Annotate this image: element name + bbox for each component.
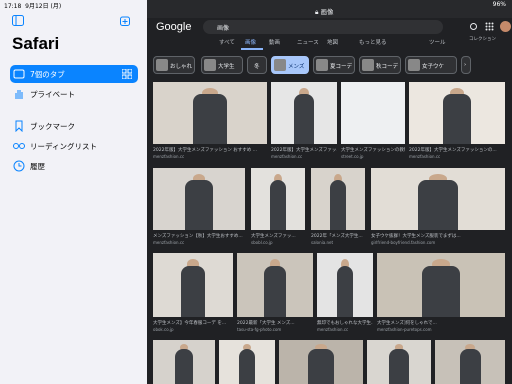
result-image[interactable] <box>251 168 305 230</box>
chip-thumbnail <box>362 59 374 71</box>
chip-thumbnail <box>156 59 168 71</box>
glasses-icon <box>13 143 25 149</box>
sidebar-item-label: 7個のタブ <box>30 70 65 79</box>
result-source: sbobl.co.jp <box>251 240 273 245</box>
clock-icon <box>13 160 25 172</box>
result-caption[interactable]: 大学生メンズファッ... <box>251 233 305 239</box>
result-source: girlfriend-boyfriend.fashion.com <box>371 240 436 245</box>
chip-thumbnail <box>274 59 286 71</box>
result-image[interactable] <box>371 168 505 230</box>
new-tab-group-icon[interactable] <box>120 15 132 26</box>
result-image[interactable] <box>219 340 275 384</box>
result-caption[interactable]: メンズファッション【秋】大学生おすすめ... <box>153 233 245 239</box>
apps-icon[interactable] <box>485 22 494 31</box>
result-image[interactable] <box>367 340 431 384</box>
sidebar-item-history[interactable]: 履歴 <box>10 157 138 175</box>
result-source: menzfashion.cc <box>317 327 349 332</box>
sidebar-title: Safari <box>12 34 60 53</box>
result-caption[interactable]: 大学生メンズファッションの教科書 <box>341 147 405 153</box>
result-source: obok.co.jp <box>153 327 174 332</box>
result-image[interactable] <box>279 340 363 384</box>
result-source: menzfashion.cc <box>271 154 303 159</box>
result-caption[interactable]: 2022最新「大学生 メンズ... <box>237 320 313 326</box>
tab-tools[interactable]: ツール <box>429 38 446 46</box>
result-caption[interactable]: 女子ウケ抜群！大学生メンズ服装でまずは... <box>371 233 505 239</box>
result-caption[interactable]: 2022年版】大学生メンズファッ... <box>271 147 337 153</box>
tabs-icon <box>13 69 25 79</box>
sidebar-item-label: 履歴 <box>30 162 45 171</box>
sidebar-item-label: プライベート <box>30 90 75 99</box>
sidebar-item-tabs[interactable]: 7個のタブ <box>10 65 138 83</box>
bookmark-icon <box>15 120 23 132</box>
result-caption[interactable]: 大学生メンズ】今年春服コーデ を... <box>153 320 233 326</box>
chip-thumbnail <box>316 59 328 71</box>
result-source: street.co.jp <box>341 154 364 159</box>
result-caption[interactable]: 2022年「メンズ大学生... <box>311 233 365 239</box>
chip-mens[interactable]: メンズ <box>271 56 309 74</box>
result-source: salonia.net <box>311 240 334 245</box>
result-caption[interactable]: 無印でもおしゃれな大学生... <box>317 320 373 326</box>
status-time: 17:18 9月12日 (月) <box>4 3 62 10</box>
chevron-right-icon: › <box>464 62 467 68</box>
tab-maps[interactable]: 地図 <box>327 38 338 46</box>
tab-news[interactable]: ニュース <box>297 38 319 46</box>
result-image[interactable] <box>311 168 365 230</box>
chip-daigakusei[interactable]: 大学生 <box>201 56 243 74</box>
status-bar: 17:18 9月12日 (月) 96% <box>0 0 512 10</box>
result-image[interactable] <box>435 340 505 384</box>
result-image[interactable] <box>153 82 267 144</box>
avatar[interactable] <box>500 21 511 32</box>
tab-more[interactable]: もっと見る <box>359 38 387 46</box>
result-image[interactable] <box>409 82 505 144</box>
result-source: menzfashion.cc <box>153 240 185 245</box>
chip-fuyu[interactable]: 冬 <box>247 56 267 74</box>
sidebar-toggle-icon[interactable] <box>12 15 24 26</box>
hand-icon <box>15 90 23 99</box>
tab-all[interactable]: すべて <box>219 38 235 46</box>
result-caption[interactable]: 2022年版】大学生メンズファッション おすすめ ... <box>153 147 267 153</box>
search-query[interactable]: 画像 <box>217 23 229 32</box>
chip-thumbnail <box>408 59 420 71</box>
result-source: menzfashion.cc <box>409 154 441 159</box>
collection-link[interactable]: コレクション <box>469 36 496 42</box>
result-caption[interactable]: 大学生メンズ]何をしゃれで... <box>377 320 505 326</box>
settings-icon[interactable] <box>469 22 478 31</box>
result-image[interactable] <box>271 82 337 144</box>
result-image[interactable] <box>341 82 405 144</box>
result-image[interactable] <box>153 168 245 230</box>
active-tab-indicator <box>241 48 263 50</box>
safari-sidebar: Safari 7個のタブ プライベート ブックマーク リーディングリスト 履歴 <box>0 0 147 384</box>
battery-indicator: 96% <box>492 1 506 8</box>
sidebar-item-reading-list[interactable]: リーディングリスト <box>10 137 138 155</box>
sidebar-item-label: リーディングリスト <box>30 142 97 151</box>
result-image[interactable] <box>153 340 215 384</box>
result-caption[interactable]: 2022年版】大学生メンズファッションの... <box>409 147 505 153</box>
chips-next-button[interactable]: › <box>461 56 471 74</box>
sidebar-item-bookmarks[interactable]: ブックマーク <box>10 117 138 135</box>
tab-videos[interactable]: 動画 <box>269 38 280 46</box>
google-logo[interactable]: Google <box>156 21 191 33</box>
result-image[interactable] <box>377 253 505 317</box>
tab-images[interactable]: 画像 <box>245 38 256 46</box>
result-source: menzfashion-puretops.com <box>377 327 432 332</box>
result-image[interactable] <box>317 253 373 317</box>
chip-natsu[interactable]: 夏コーデ <box>313 56 355 74</box>
result-source: tasu-sta-fg-photo.com <box>237 327 282 332</box>
chip-thumbnail <box>204 59 216 71</box>
result-source: menzfashion.cc <box>153 154 185 159</box>
chip-aki[interactable]: 秋コーデ <box>359 56 401 74</box>
sidebar-item-label: ブックマーク <box>30 122 75 131</box>
result-image[interactable] <box>237 253 313 317</box>
result-image[interactable] <box>153 253 233 317</box>
chip-joshiuke[interactable]: 女子ウケ <box>405 56 457 74</box>
search-box[interactable]: 画像 <box>203 20 443 34</box>
sidebar-item-private[interactable]: プライベート <box>10 85 138 103</box>
browser-window: 🔒︎ 画像 Google 画像 すべて 画像 動画 ニュース 地図 もっと見る … <box>147 0 512 384</box>
grid-icon[interactable] <box>122 69 132 79</box>
chip-oshare[interactable]: おしゃれ <box>153 56 195 74</box>
